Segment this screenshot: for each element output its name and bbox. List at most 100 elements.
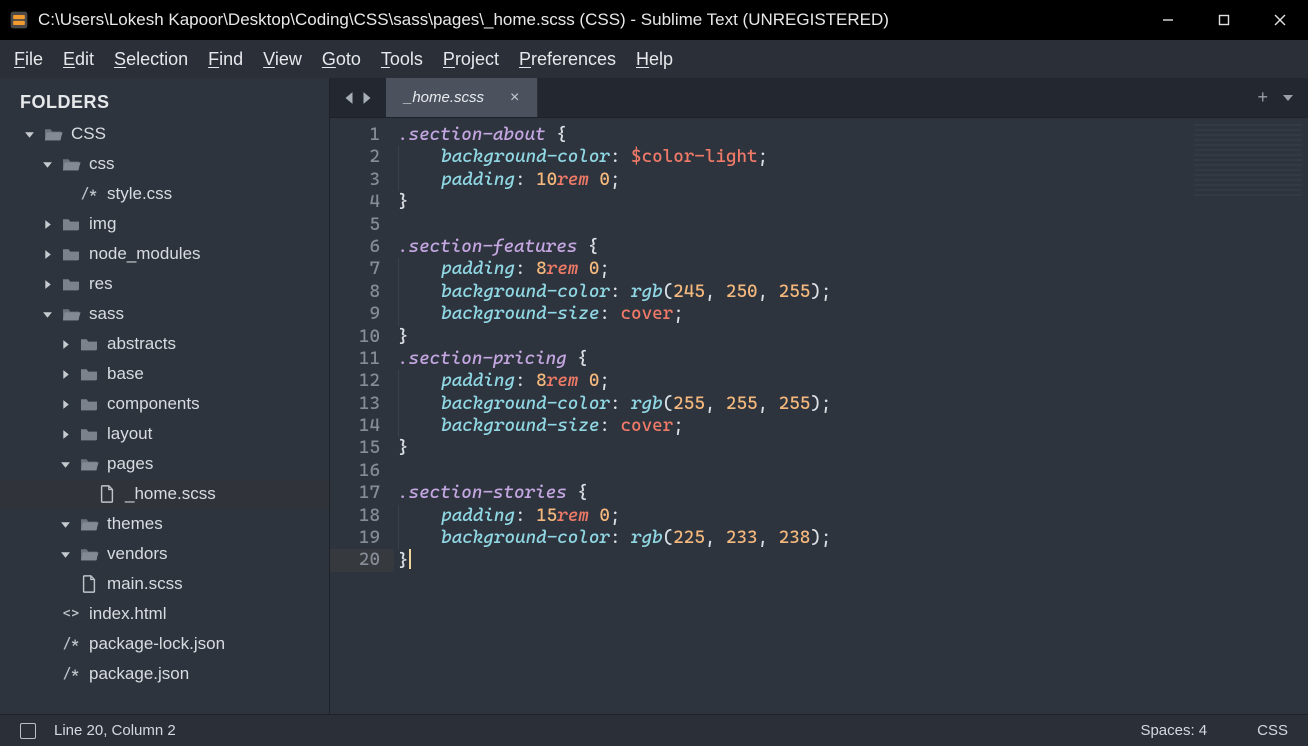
panel-toggle-icon[interactable]: [20, 723, 36, 739]
tree-item-label: node_modules: [89, 244, 201, 264]
tree-item[interactable]: img: [16, 209, 323, 239]
tree-item[interactable]: pages: [16, 449, 323, 479]
folder-icon: [79, 335, 99, 353]
tree-item[interactable]: /*style.css: [16, 179, 323, 209]
tree-item[interactable]: _home.scss: [0, 479, 329, 509]
folder-icon: [61, 245, 81, 263]
chevron-right-icon[interactable]: [42, 249, 53, 260]
chevron-right-icon[interactable]: [42, 279, 53, 290]
code-body[interactable]: .section-about { background-color: $colo…: [394, 118, 1188, 714]
tree-item[interactable]: base: [16, 359, 323, 389]
tree-item[interactable]: main.scss: [16, 569, 323, 599]
main: FOLDERS CSS css /*style.css img node_modules…: [0, 78, 1308, 714]
folder-icon: [61, 215, 81, 233]
chevron-down-icon[interactable]: [60, 549, 71, 560]
app-icon: [0, 0, 38, 40]
tree-item-label: abstracts: [107, 334, 176, 354]
sidebar: FOLDERS CSS css /*style.css img node_modules…: [0, 78, 330, 714]
folder-tree: CSS css /*style.css img node_modulesres sass a…: [16, 119, 323, 689]
menu-selection[interactable]: Selection: [104, 45, 198, 74]
folder-open-icon: [79, 455, 99, 473]
folder-open-icon: [43, 125, 63, 143]
tabbar: _home.scss × +: [330, 78, 1308, 118]
tree-item[interactable]: css: [16, 149, 323, 179]
menu-file[interactable]: File: [4, 45, 53, 74]
tree-item-label: css: [89, 154, 115, 174]
tree-item-label: package.json: [89, 664, 189, 684]
tree-item[interactable]: res: [16, 269, 323, 299]
minimize-button[interactable]: [1140, 0, 1196, 40]
window-title: C:\Users\Lokesh Kapoor\Desktop\Coding\CS…: [38, 10, 1140, 30]
nav-prev-icon: [343, 91, 355, 105]
menu-help[interactable]: Help: [626, 45, 683, 74]
tree-item-label: layout: [107, 424, 152, 444]
tree-item-label: components: [107, 394, 200, 414]
folder-open-icon: [61, 305, 81, 323]
tab-close-icon[interactable]: ×: [510, 89, 519, 107]
tree-item[interactable]: vendors: [16, 539, 323, 569]
tree-item[interactable]: <> index.html: [16, 599, 323, 629]
chevron-right-icon[interactable]: [42, 219, 53, 230]
status-indent[interactable]: Spaces: 4: [1140, 722, 1207, 739]
chevron-right-icon[interactable]: [60, 339, 71, 350]
tree-item-label: res: [89, 274, 113, 294]
menu-goto[interactable]: Goto: [312, 45, 371, 74]
file-icon: [79, 575, 99, 593]
tab-menu-icon[interactable]: [1282, 92, 1294, 104]
file-glyph-icon: /*: [61, 636, 81, 652]
chevron-down-icon[interactable]: [42, 159, 53, 170]
tree-item[interactable]: sass: [16, 299, 323, 329]
folder-open-icon: [79, 515, 99, 533]
tree-item[interactable]: layout: [16, 419, 323, 449]
tree-item[interactable]: components: [16, 389, 323, 419]
menu-find[interactable]: Find: [198, 45, 253, 74]
menu-edit[interactable]: Edit: [53, 45, 104, 74]
file-glyph-icon: /*: [61, 666, 81, 682]
menu-tools[interactable]: Tools: [371, 45, 433, 74]
tree-item-label: themes: [107, 514, 163, 534]
tab-nav[interactable]: [330, 78, 386, 117]
chevron-right-icon[interactable]: [60, 369, 71, 380]
chevron-right-icon[interactable]: [60, 399, 71, 410]
sidebar-title: FOLDERS: [20, 92, 323, 113]
chevron-down-icon[interactable]: [24, 129, 35, 140]
chevron-down-icon[interactable]: [42, 309, 53, 320]
tree-item-label: main.scss: [107, 574, 183, 594]
tree-item-label: index.html: [89, 604, 166, 624]
chevron-down-icon[interactable]: [60, 459, 71, 470]
folder-icon: [79, 395, 99, 413]
file-icon: [97, 485, 117, 503]
maximize-button[interactable]: [1196, 0, 1252, 40]
status-syntax[interactable]: CSS: [1257, 722, 1288, 739]
tree-item-label: package-lock.json: [89, 634, 225, 654]
file-glyph-icon: /*: [79, 186, 99, 202]
folder-icon: [79, 365, 99, 383]
folder-icon: [61, 275, 81, 293]
status-position[interactable]: Line 20, Column 2: [54, 722, 176, 739]
tree-item[interactable]: CSS: [16, 119, 323, 149]
tree-item-label: sass: [89, 304, 124, 324]
folder-open-icon: [61, 155, 81, 173]
tree-item[interactable]: themes: [16, 509, 323, 539]
file-glyph-icon: <>: [61, 606, 81, 622]
tab-active[interactable]: _home.scss ×: [386, 78, 538, 117]
tree-item[interactable]: /* package.json: [16, 659, 323, 689]
menu-project[interactable]: Project: [433, 45, 509, 74]
tree-item[interactable]: /* package-lock.json: [16, 629, 323, 659]
tree-item[interactable]: abstracts: [16, 329, 323, 359]
menu-view[interactable]: View: [253, 45, 312, 74]
new-tab-icon[interactable]: +: [1257, 87, 1268, 108]
tree-item-label: vendors: [107, 544, 167, 564]
tree-item-label: _home.scss: [125, 484, 216, 504]
menubar: FileEditSelectionFindViewGotoToolsProjec…: [0, 40, 1308, 78]
chevron-right-icon[interactable]: [60, 429, 71, 440]
close-button[interactable]: [1252, 0, 1308, 40]
statusbar: Line 20, Column 2 Spaces: 4 CSS: [0, 714, 1308, 746]
chevron-down-icon[interactable]: [60, 519, 71, 530]
tree-item[interactable]: node_modules: [16, 239, 323, 269]
tree-item-label: img: [89, 214, 116, 234]
code-area[interactable]: 1234567891011121314151617181920 .section…: [330, 118, 1308, 714]
menu-preferences[interactable]: Preferences: [509, 45, 626, 74]
minimap-thumb: [1194, 124, 1302, 196]
minimap[interactable]: [1188, 118, 1308, 714]
